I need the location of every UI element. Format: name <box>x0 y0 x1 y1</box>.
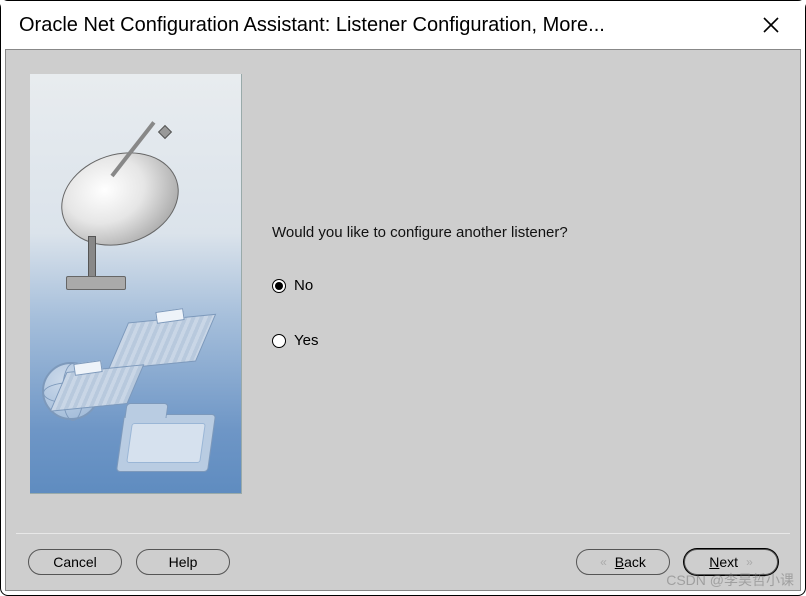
satellite-dish-icon <box>49 138 191 261</box>
help-label: Help <box>169 554 198 570</box>
back-button[interactable]: « Back <box>576 549 670 575</box>
cancel-label: Cancel <box>53 554 97 570</box>
folder-icon <box>116 414 216 472</box>
back-label: Back <box>615 554 646 570</box>
chevron-left-icon: « <box>600 555 607 569</box>
next-button[interactable]: Next » <box>684 549 778 575</box>
content-area: Would you like to configure another list… <box>5 49 801 591</box>
main-row: Would you like to configure another list… <box>6 50 800 533</box>
next-label: Next <box>709 554 738 570</box>
radio-no[interactable]: No <box>272 277 776 294</box>
cancel-button[interactable]: Cancel <box>28 549 122 575</box>
dialog-window: Oracle Net Configuration Assistant: List… <box>0 0 806 596</box>
button-row: Cancel Help « Back Next » <box>6 534 800 590</box>
close-icon <box>762 16 780 34</box>
form-area: Would you like to configure another list… <box>272 74 776 523</box>
close-button[interactable] <box>757 11 785 39</box>
chevron-right-icon: » <box>746 555 753 569</box>
titlebar: Oracle Net Configuration Assistant: List… <box>1 1 805 49</box>
radio-yes[interactable]: Yes <box>272 332 776 349</box>
help-button[interactable]: Help <box>136 549 230 575</box>
radio-no-label: No <box>294 277 313 294</box>
radio-yes-label: Yes <box>294 332 318 349</box>
radio-selected-icon <box>275 282 283 290</box>
window-title: Oracle Net Configuration Assistant: List… <box>19 14 757 37</box>
question-text: Would you like to configure another list… <box>272 224 776 241</box>
radio-icon <box>272 334 286 348</box>
wizard-side-image <box>30 74 242 494</box>
radio-icon <box>272 279 286 293</box>
